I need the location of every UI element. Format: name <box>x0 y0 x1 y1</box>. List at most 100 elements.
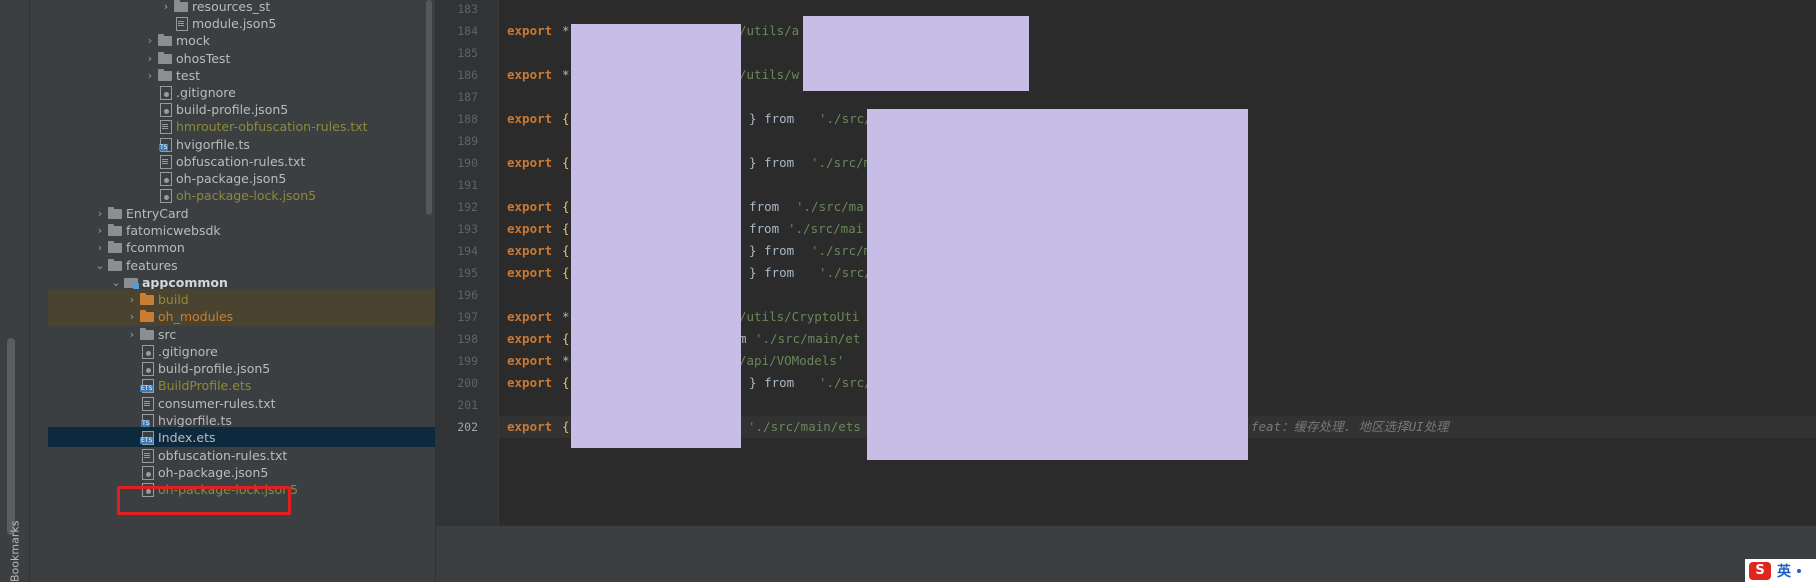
tree-item-label: oh-package-lock.json5 <box>176 187 317 203</box>
tree-item-label: obfuscation-rules.txt <box>158 447 288 463</box>
chevron-right-icon[interactable]: › <box>124 328 140 341</box>
left-tool-strip: Bookmarks <box>0 0 30 582</box>
keyword-export: export <box>507 67 553 82</box>
folder-icon <box>108 240 122 254</box>
line-number: 196 <box>457 288 478 302</box>
code-token: { <box>562 155 570 170</box>
config-file-icon <box>158 85 172 100</box>
keyword-export: export <box>507 375 553 390</box>
chevron-right-icon[interactable]: › <box>124 310 140 323</box>
tree-item-oh-package-lock[interactable]: oh-package-lock.json5 <box>48 185 435 205</box>
chevron-right-icon[interactable]: › <box>142 52 158 65</box>
line-number: 184 <box>457 24 478 38</box>
folder-icon <box>158 51 172 65</box>
tree-item-label: oh_modules <box>158 308 234 324</box>
tree-item-label: build-profile.json5 <box>176 101 289 117</box>
line-number: 197 <box>457 310 478 324</box>
tree-item-label: Index.ets <box>158 429 216 445</box>
code-token: { <box>562 419 570 434</box>
string-literal: './src/ma <box>796 199 864 214</box>
code-token: * <box>562 67 570 82</box>
tree-item-label: fatomicwebsdk <box>126 222 221 238</box>
config-file-icon <box>140 344 154 359</box>
sogou-logo-icon: S <box>1749 561 1771 580</box>
tree-item-index-ets[interactable]: Index.ets <box>48 427 435 447</box>
keyword-export: export <box>507 419 553 434</box>
line-number: 188 <box>457 112 478 126</box>
string-literal: /utils/CryptoUti <box>739 309 860 324</box>
ets-file-icon <box>140 378 154 393</box>
input-method-indicator[interactable]: S 英 <box>1745 559 1816 582</box>
line-number: 200 <box>457 376 478 390</box>
redaction-block <box>803 16 1029 91</box>
folder-icon <box>158 33 172 47</box>
tree-item-label: BuildProfile.ets <box>158 377 252 393</box>
module-folder-icon <box>124 275 139 289</box>
code-token: r } from <box>734 111 795 126</box>
code-token: * <box>562 309 570 324</box>
redaction-block <box>867 109 1248 460</box>
folder-icon <box>174 0 188 13</box>
tree-item-label: build <box>158 291 189 307</box>
chevron-right-icon[interactable]: › <box>142 34 158 47</box>
line-number: 195 <box>457 266 478 280</box>
line-number: 191 <box>457 178 478 192</box>
tree-item-label: ohosTest <box>176 50 231 66</box>
bookmarks-tab[interactable]: Bookmarks <box>4 520 26 582</box>
folder-icon <box>140 327 154 341</box>
tree-item-oh-modules[interactable]: › oh_modules <box>48 306 435 326</box>
tree-item-fcommon[interactable]: › fcommon <box>48 237 435 257</box>
chevron-right-icon[interactable]: › <box>158 0 174 13</box>
code-token: * <box>562 23 570 38</box>
tree-item-label: fcommon <box>126 239 185 255</box>
tree-item-label: module.json5 <box>192 15 277 31</box>
string-literal: './src/m <box>811 155 872 170</box>
line-number: 187 <box>457 90 478 104</box>
code-token: } from <box>749 155 795 170</box>
tree-item-label: oh-package.json5 <box>158 464 269 480</box>
keyword-export: export <box>507 243 553 258</box>
tree-item-mock[interactable]: › mock <box>48 30 435 50</box>
chevron-down-icon[interactable]: ⌄ <box>92 259 108 272</box>
tree-item-label: obfuscation-rules.txt <box>176 153 306 169</box>
tree-item-label: oh-package.json5 <box>176 170 287 186</box>
tree-item-label: test <box>176 67 201 83</box>
chevron-right-icon[interactable]: › <box>124 293 140 306</box>
folder-icon <box>108 223 122 237</box>
tree-item-hmrouter-obfuscation[interactable]: hmrouter-obfuscation-rules.txt <box>48 116 435 136</box>
project-tree-scrollbar[interactable] <box>426 0 432 215</box>
text-file-icon <box>140 448 154 463</box>
tree-item-label: appcommon <box>142 274 228 290</box>
string-literal: './src/ <box>819 265 872 280</box>
keyword-export: export <box>507 309 553 324</box>
keyword-export: export <box>507 199 553 214</box>
line-number: 185 <box>457 46 478 60</box>
line-number: 192 <box>457 200 478 214</box>
ets-file-icon <box>140 430 154 445</box>
tool-strip-scrollbar[interactable] <box>7 338 15 535</box>
chevron-down-icon[interactable]: ⌄ <box>108 276 124 289</box>
chevron-right-icon[interactable]: › <box>92 224 108 237</box>
tree-item-label: src <box>158 326 177 342</box>
tree-item-buildprofile-ets[interactable]: BuildProfile.ets <box>48 375 435 395</box>
tree-item-label: hmrouter-obfuscation-rules.txt <box>176 118 368 134</box>
config-file-icon <box>158 102 172 117</box>
line-number: 190 <box>457 156 478 170</box>
keyword-export: export <box>507 331 553 346</box>
chevron-right-icon[interactable]: › <box>92 207 108 220</box>
line-number: 189 <box>457 134 478 148</box>
string-literal: './src/mai <box>788 221 864 236</box>
excluded-folder-icon <box>140 309 154 323</box>
typescript-file-icon <box>158 137 172 152</box>
line-number: 194 <box>457 244 478 258</box>
ide-window: Bookmarks › resources_st module.json5 › … <box>0 0 1816 582</box>
code-token: { <box>562 243 570 258</box>
chevron-right-icon[interactable]: › <box>142 69 158 82</box>
line-number: 201 <box>457 398 478 412</box>
line-number-gutter: 183 184 185 186 187 188 189 190 191 192 … <box>436 0 498 525</box>
tree-item-label: mock <box>176 32 210 48</box>
chevron-right-icon[interactable]: › <box>92 241 108 254</box>
keyword-export: export <box>507 155 553 170</box>
string-literal: /utils/w <box>739 67 800 82</box>
code-token: { <box>562 221 570 236</box>
